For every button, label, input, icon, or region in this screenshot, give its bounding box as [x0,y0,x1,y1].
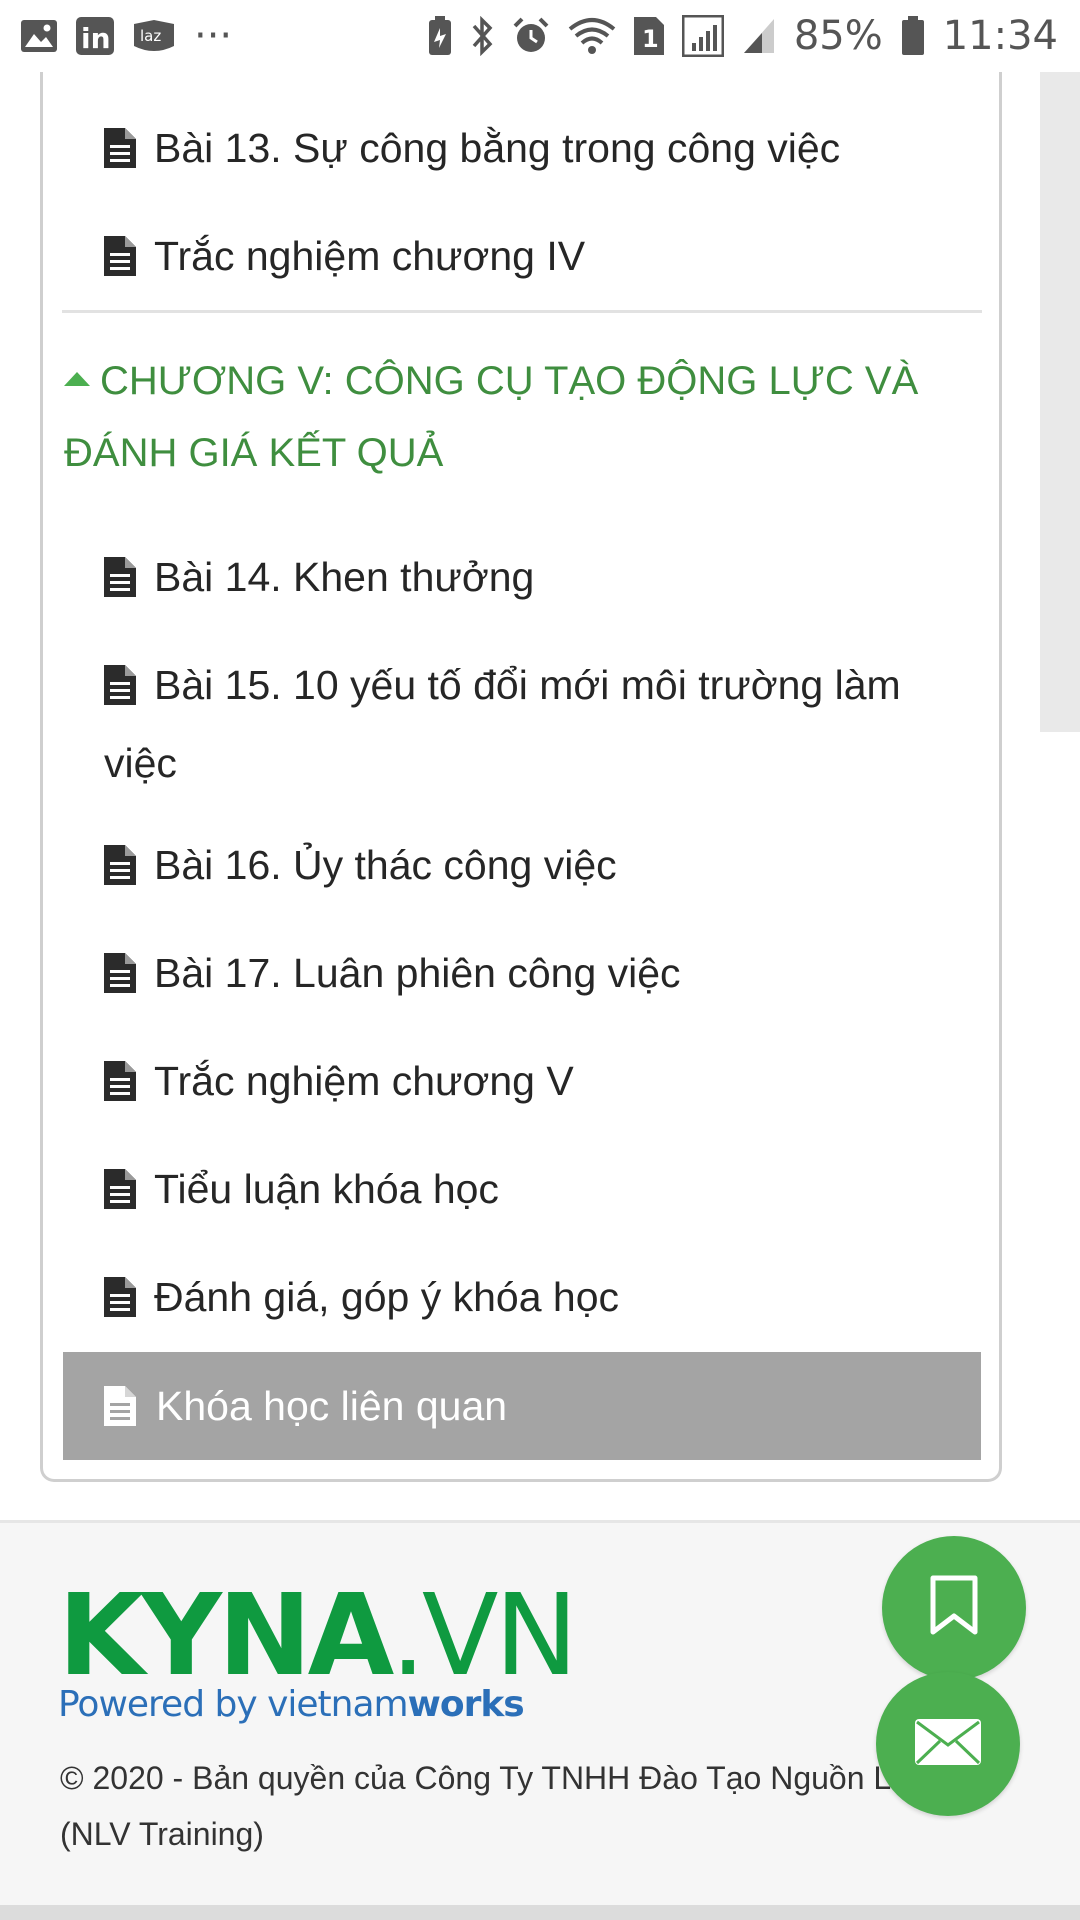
kyna-logo[interactable]: KYNA.VN Powered by vietnamworks [58,1580,578,1730]
bottom-edge [0,1905,1080,1920]
related-courses-item[interactable]: Khóa học liên quan [63,1352,981,1460]
chapter-title: CHƯƠNG V: CÔNG CỤ TẠO ĐỘNG LỰC VÀ ĐÁNH G… [64,359,919,475]
signal-icon [742,17,776,55]
lesson-label: Bài 15. 10 yếu tố đổi mới môi trường làm… [104,662,901,786]
copyright-text: © 2020 - Bản quyền của Công Ty TNHH Đào … [60,1760,890,1852]
sim-1-icon: 1 [633,17,664,55]
lazada-icon: laz [132,18,176,54]
document-icon [104,1267,136,1339]
battery-saver-icon [428,16,452,56]
bluetooth-icon [470,16,494,56]
lesson-label: Bài 17. Luân phiên công việc [154,950,681,996]
lesson-label: Bài 13. Sự công bằng trong công việc [154,125,841,171]
document-icon [104,1159,136,1231]
logo-wordmark: KYNA.VN [58,1571,578,1701]
lazada-text: laz [140,27,161,45]
alarm-icon [512,17,550,55]
related-courses-label: Khóa học liên quan [156,1382,508,1429]
lesson-item[interactable]: Bài 15. 10 yếu tố đổi mới môi trường làm… [104,649,934,799]
battery-percent: 85% [793,13,883,59]
signal-icon [681,15,724,57]
linkedin-text: in [81,22,111,55]
lesson-item[interactable]: Trắc nghiệm chương IV [104,220,934,298]
lesson-item[interactable]: Trắc nghiệm chương V [104,1045,934,1123]
document-icon [104,1386,136,1426]
lesson-label: Đánh giá, góp ý khóa học [154,1274,619,1320]
scroll-strip [1040,72,1080,732]
sim-slot-number: 1 [642,25,659,53]
more-dots-icon: ··· [194,13,233,59]
battery-icon [901,16,925,56]
lesson-item[interactable]: Bài 13. Sự công bằng trong công việc [104,112,934,190]
lesson-item[interactable]: Bài 17. Luân phiên công việc [104,937,934,1015]
caret-up-icon [64,372,90,386]
document-icon [104,118,136,190]
chapter-header[interactable]: CHƯƠNG V: CÔNG CỤ TẠO ĐỘNG LỰC VÀ ĐÁNH G… [64,345,944,489]
mail-icon [913,1717,983,1772]
document-icon [104,547,136,619]
clock: 11:34 [942,13,1058,59]
lesson-item[interactable]: Đánh giá, góp ý khóa học [104,1261,934,1339]
bookmark-icon [927,1574,981,1643]
bookmark-button[interactable] [882,1536,1026,1680]
chapter-divider [62,310,982,313]
contact-mail-button[interactable] [876,1672,1020,1816]
document-icon [104,1051,136,1123]
lesson-item[interactable]: Bài 16. Ủy thác công việc [104,829,934,907]
document-icon [104,655,136,727]
linkedin-icon: in [76,17,114,55]
lesson-label: Tiểu luận khóa học [154,1166,499,1212]
document-icon [104,943,136,1015]
status-bar: in laz ··· 1 85% 11:34 [0,0,1080,72]
lesson-label: Trắc nghiệm chương IV [154,233,586,279]
gallery-icon [20,19,58,53]
lesson-label: Bài 14. Khen thưởng [154,554,535,600]
lesson-item[interactable]: Bài 14. Khen thưởng [104,541,934,619]
wifi-icon [568,17,616,55]
lesson-item[interactable]: Tiểu luận khóa học [104,1153,934,1231]
document-icon [104,835,136,907]
lesson-label: Trắc nghiệm chương V [154,1058,574,1104]
document-icon [104,226,136,298]
logo-tagline: Powered by vietnamworks [58,1684,525,1725]
lesson-label: Bài 16. Ủy thác công việc [154,842,617,888]
